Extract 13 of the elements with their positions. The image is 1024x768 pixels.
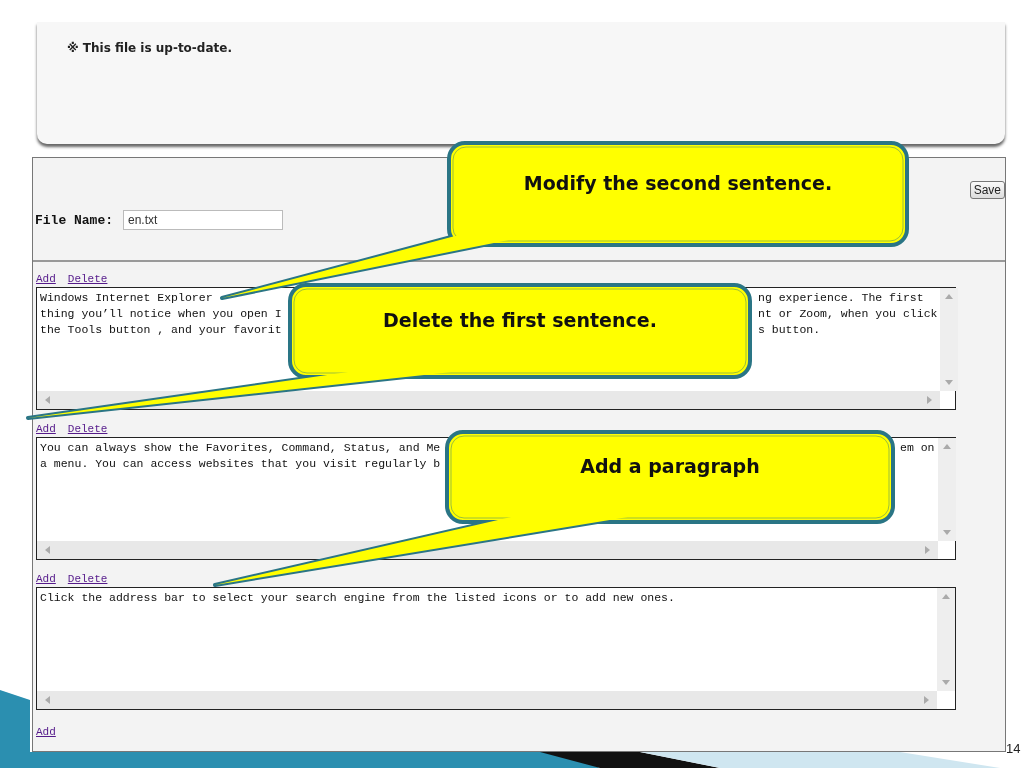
text-line: ng experience. The first [758,290,924,306]
notice-text: ※ This file is up-to-date. [67,41,232,55]
slide-number: 14 [1006,741,1021,756]
text-line: em on [900,440,935,456]
text-line: nt or Zoom, when you click [758,306,938,322]
text-line: a menu. You can access websites that you visit regularly b [40,456,441,472]
file-name-label: File Name: [35,212,113,228]
text-line: Click the address bar to select your search engine from the listed icons or to add new ones. [40,590,675,606]
text-line: s button. [758,322,821,338]
text-line: the Tools button , and your favorit [40,322,282,338]
text-line: thing you’ll notice when you open I [40,306,282,322]
text-line: Windows Internet Explorer [40,290,213,306]
text-line: You can always show the Favorites, Command, Status, and Me [40,440,441,456]
